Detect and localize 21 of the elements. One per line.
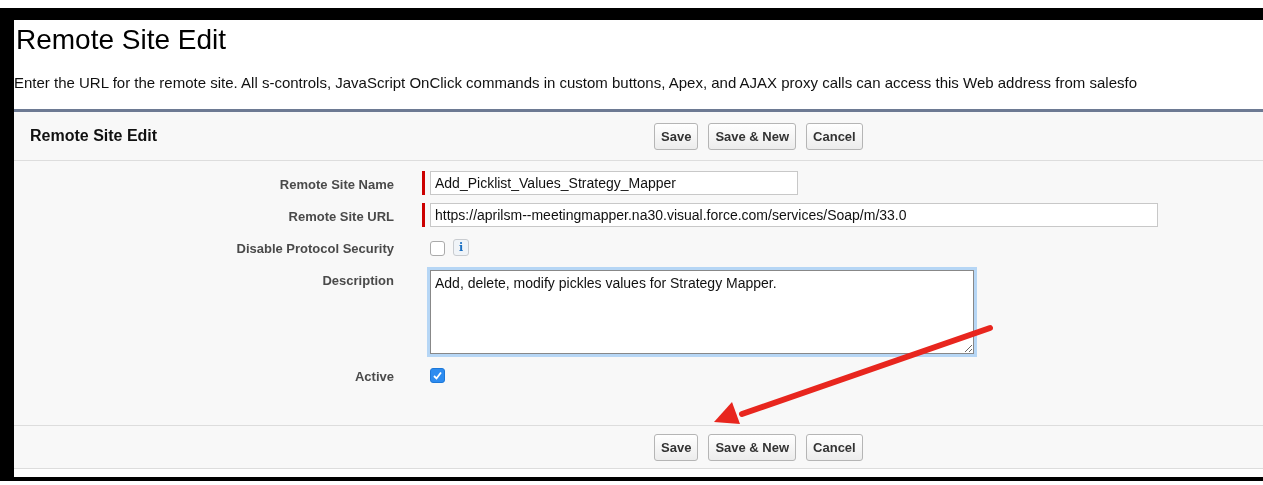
form-button[interactable]: Save <box>654 433 699 461</box>
page-title: Remote Site Edit <box>16 24 227 56</box>
form-button[interactable]: Save & New <box>708 433 797 461</box>
field-label: Remote Site URL <box>287 208 394 224</box>
form-button[interactable]: Cancel <box>806 433 863 461</box>
description-field[interactable]: Add, delete, modify pickles values for Strategy Mapper. <box>430 270 974 354</box>
intro-text: Enter the URL for the remote site. All s-controls, JavaScript OnClick commands in custom buttons, Apex, and AJAX proxy calls can access this Web address from salesfo <box>14 74 1137 91</box>
checkbox[interactable] <box>430 368 445 383</box>
text-field[interactable]: Add_Picklist_Values_Strategy_Mapper <box>430 171 798 195</box>
check-icon <box>432 370 443 381</box>
form-button[interactable]: Cancel <box>806 122 863 150</box>
text-field[interactable]: https://aprilsm--meetingmapper.na30.visual.force.com/services/Soap/m/33.0 <box>430 203 1158 227</box>
field-label: Description <box>321 272 394 288</box>
field-label: Active <box>353 368 394 384</box>
info-button[interactable]: i <box>453 239 470 256</box>
panel-title: Remote Site Edit <box>29 127 159 145</box>
form-button[interactable]: Save <box>654 122 699 150</box>
form-button[interactable]: Save & New <box>708 122 797 150</box>
field-label: Remote Site Name <box>278 176 394 192</box>
checkbox[interactable] <box>430 240 445 256</box>
field-label: Disable Protocol Security <box>235 240 394 256</box>
